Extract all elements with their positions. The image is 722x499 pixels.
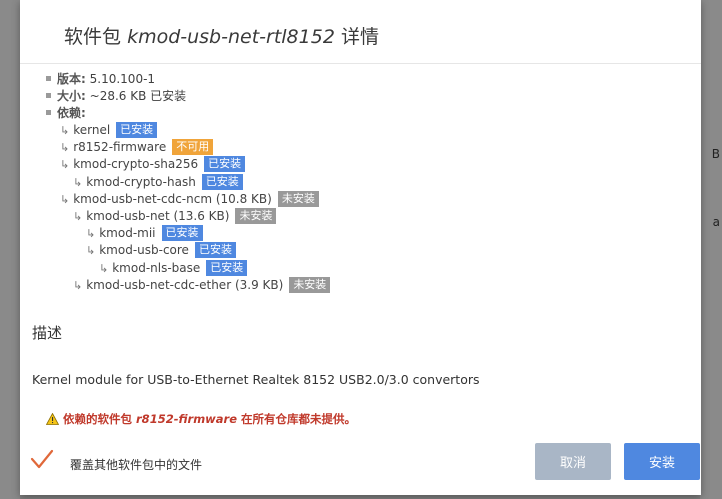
dependency-name: kmod-mii	[99, 226, 156, 241]
title-suffix: 详情	[340, 26, 379, 48]
background-left	[0, 0, 20, 499]
dependency-item: ↳ kmod-crypto-sha256 已安装	[60, 156, 246, 173]
overwrite-checkbox[interactable]	[30, 448, 54, 474]
tree-arrow-icon: ↳	[73, 278, 83, 292]
warning-prefix: 依赖的软件包	[63, 412, 132, 426]
status-badge: 已安装	[194, 242, 236, 259]
dependency-warning: 依赖的软件包 r8152-firmware 在所有仓库都未提供。	[45, 411, 357, 428]
dependency-name: kmod-usb-net (13.6 KB)	[86, 209, 230, 223]
tree-arrow-icon: ↳	[60, 192, 70, 206]
warning-package: r8152-firmware	[136, 412, 238, 426]
tree-arrow-icon: ↳	[60, 158, 70, 172]
status-badge: 已安装	[116, 122, 158, 138]
meta-version: 版本: 5.10.100-1	[46, 71, 186, 88]
background-text: B	[711, 147, 720, 161]
status-badge: 未安装	[277, 190, 319, 207]
warning-icon	[45, 412, 60, 428]
title-package-name: kmod-usb-net-rtl8152	[127, 26, 335, 48]
dependency-name: kmod-nls-base	[112, 260, 201, 275]
tree-arrow-icon: ↳	[73, 210, 83, 223]
checkmark-icon	[30, 449, 54, 469]
status-badge: 已安装	[161, 225, 203, 242]
description-text: Kernel module for USB-to-Ethernet Realte…	[32, 372, 480, 387]
dependency-item: ↳ kernel 已安装	[60, 122, 158, 139]
bullet-icon	[46, 110, 51, 115]
dependency-item: ↳ kmod-usb-net (13.6 KB) 未安装	[73, 208, 277, 225]
dependency-item: ↳ kmod-usb-core 已安装	[86, 242, 236, 259]
description-heading: 描述	[32, 324, 63, 342]
title-prefix: 软件包	[64, 26, 122, 48]
dialog-title: 软件包 kmod-usb-net-rtl8152 详情	[64, 22, 379, 49]
tree-arrow-icon: ↳	[60, 141, 70, 155]
bullet-icon	[46, 93, 51, 98]
warning-suffix: 在所有仓库都未提供。	[241, 412, 357, 426]
status-badge: 未安装	[289, 276, 331, 293]
dependency-item: ↳ r8152-firmware 不可用	[60, 139, 214, 156]
package-meta-list: 版本: 5.10.100-1 大小: ~28.6 KB 已安装 依赖:	[46, 71, 186, 122]
dependency-name: kernel	[73, 123, 111, 137]
status-badge: 不可用	[172, 139, 214, 156]
dependency-name: kmod-crypto-hash	[86, 174, 196, 189]
background-right: B a	[700, 0, 722, 499]
meta-label: 版本:	[57, 72, 86, 86]
status-badge: 未安装	[235, 208, 277, 224]
background-text: a	[712, 215, 720, 229]
meta-value: 5.10.100-1	[89, 72, 156, 86]
meta-size: 大小: ~28.6 KB 已安装	[46, 88, 186, 105]
meta-label: 大小:	[57, 89, 86, 103]
package-details-dialog: 软件包 kmod-usb-net-rtl8152 详情 版本: 5.10.100…	[20, 0, 701, 495]
bullet-icon	[46, 76, 51, 81]
dependency-name: kmod-usb-core	[99, 243, 189, 258]
dependency-item: ↳ kmod-usb-net-cdc-ncm (10.8 KB) 未安装	[60, 190, 319, 208]
cancel-button[interactable]: 取消	[535, 443, 611, 480]
tree-arrow-icon: ↳	[73, 175, 83, 189]
dependency-name: kmod-usb-net-cdc-ncm (10.8 KB)	[73, 191, 272, 206]
meta-deps: 依赖:	[46, 105, 186, 122]
dependency-name: kmod-usb-net-cdc-ether (3.9 KB)	[86, 277, 284, 292]
dependency-item: ↳ kmod-nls-base 已安装	[99, 259, 248, 277]
dependency-item: ↳ kmod-crypto-hash 已安装	[73, 173, 243, 191]
dependency-name: kmod-crypto-sha256	[73, 157, 199, 172]
status-badge: 已安装	[204, 156, 246, 173]
status-badge: 已安装	[206, 259, 248, 276]
dependency-item: ↳ kmod-usb-net-cdc-ether (3.9 KB) 未安装	[73, 276, 331, 294]
meta-value: ~28.6 KB 已安装	[89, 89, 187, 103]
tree-arrow-icon: ↳	[99, 261, 109, 275]
dependency-item: ↳ kmod-mii 已安装	[86, 225, 203, 242]
tree-arrow-icon: ↳	[86, 244, 96, 258]
dependency-name: r8152-firmware	[73, 140, 167, 155]
overwrite-checkbox-label[interactable]: 覆盖其他软件包中的文件	[70, 456, 202, 473]
divider	[20, 63, 701, 64]
meta-label: 依赖:	[57, 106, 86, 120]
status-badge: 已安装	[201, 173, 243, 190]
tree-arrow-icon: ↳	[86, 227, 96, 241]
tree-arrow-icon: ↳	[60, 124, 70, 137]
install-button[interactable]: 安装	[624, 443, 700, 480]
